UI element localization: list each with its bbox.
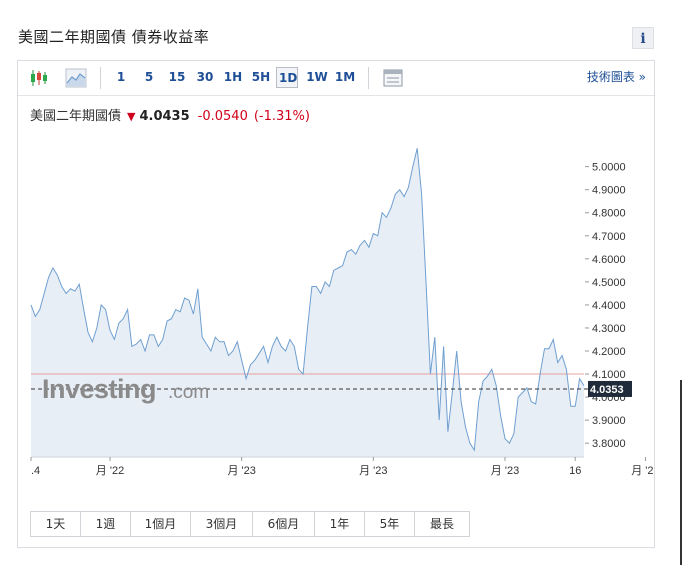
watermark-brand: Investing: [42, 374, 156, 404]
y-tick-label: 4.6000: [592, 254, 626, 266]
x-tick-label: .4: [31, 465, 40, 477]
y-tick-label: 3.8000: [592, 438, 626, 450]
y-tick-label: 4.2000: [592, 346, 626, 358]
x-tick-label: 月 '23: [631, 465, 654, 477]
period-max[interactable]: 最長: [415, 512, 469, 536]
x-tick-label: 月 '22: [96, 465, 124, 477]
period-1d[interactable]: 1天: [31, 512, 81, 536]
chart-panel: 1 5 15 30 1H 5H 1D 1W 1M 技術圖表 » 美國二年期國債 ▼…: [17, 60, 655, 548]
page-title: 美國二年期國債 債券收益率: [18, 28, 210, 46]
yield-chart[interactable]: 5.0000 4.9000 4.8000 4.7000 4.6000 4.5000 4.40…: [18, 61, 654, 506]
period-3m[interactable]: 3個月: [191, 512, 253, 536]
info-button[interactable]: i: [632, 27, 654, 49]
x-tick-label: 16: [569, 465, 581, 477]
y-tick-label: 4.8000: [592, 208, 626, 220]
x-tick-label: 月 '23: [491, 465, 519, 477]
period-1w[interactable]: 1週: [81, 512, 131, 536]
x-tick-label: 月 '23: [359, 465, 387, 477]
y-tick-label: 4.7000: [592, 231, 626, 243]
y-tick-label: 4.1000: [592, 369, 626, 381]
y-tick-label: 4.4000: [592, 300, 626, 312]
period-selector: 1天 1週 1個月 3個月 6個月 1年 5年 最長: [30, 511, 470, 537]
last-price-label: 4.0353: [590, 384, 624, 396]
period-5y[interactable]: 5年: [365, 512, 415, 536]
period-1y[interactable]: 1年: [315, 512, 365, 536]
x-tick-label: 月 '23: [227, 465, 255, 477]
series-area: [31, 148, 584, 457]
y-tick-label: 5.0000: [592, 162, 626, 174]
period-1m[interactable]: 1個月: [131, 512, 191, 536]
watermark-suffix: .com: [168, 382, 209, 403]
y-tick-label: 3.9000: [592, 415, 626, 427]
y-tick-label: 4.3000: [592, 323, 626, 335]
y-tick-label: 4.9000: [592, 185, 626, 197]
y-tick-label: 4.5000: [592, 277, 626, 289]
period-6m[interactable]: 6個月: [253, 512, 315, 536]
